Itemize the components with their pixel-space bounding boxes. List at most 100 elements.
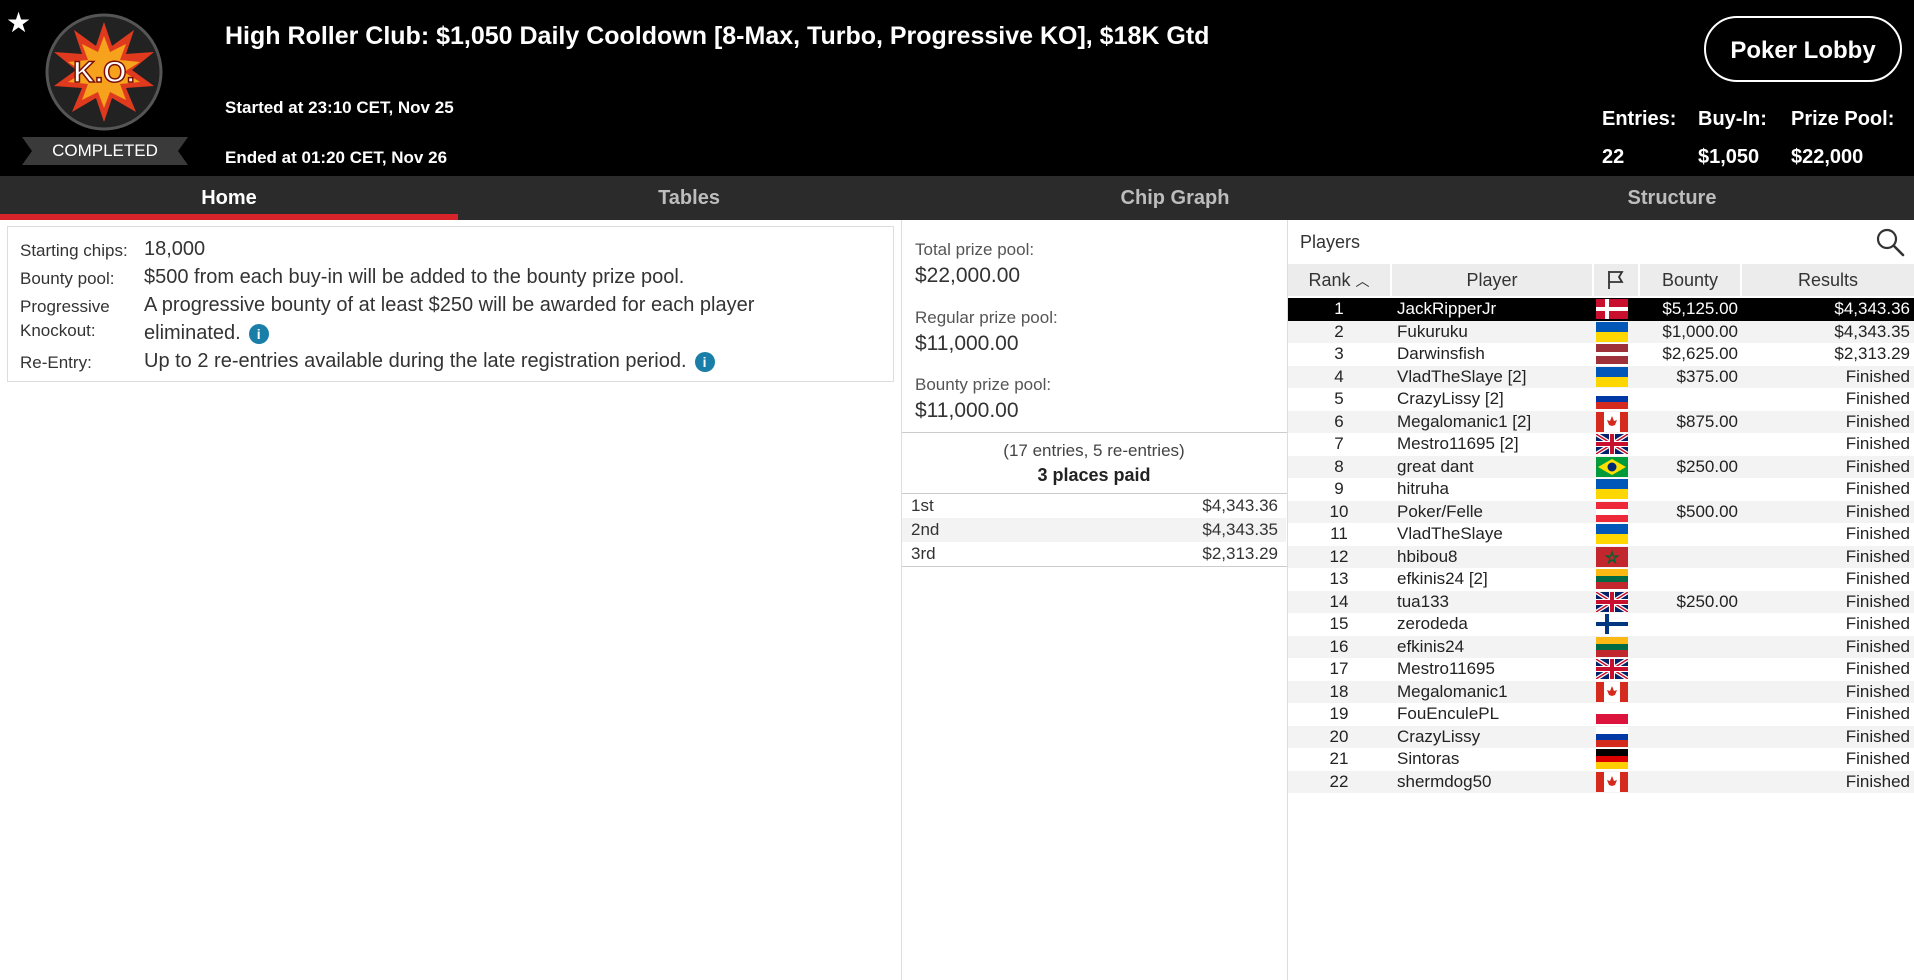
table-row[interactable]: 18 Megalomanic1 Finished: [1288, 680, 1914, 703]
table-row[interactable]: 2 Fukuruku $1,000.00 $4,343.35: [1288, 320, 1914, 343]
rank-cell: 20: [1329, 726, 1349, 746]
result-cell: Finished: [1845, 434, 1910, 453]
payout-amount: $2,313.29: [1202, 544, 1278, 563]
result-cell: Finished: [1845, 771, 1910, 791]
country-flag-icon: [1596, 704, 1628, 724]
reentry-value: Up to 2 re-entries available during the …: [144, 350, 687, 372]
poker-lobby-button[interactable]: Poker Lobby: [1704, 16, 1902, 82]
country-flag-icon: [1596, 344, 1628, 364]
bounty-pool-label: Bounty pool:: [20, 269, 115, 288]
bounty-cell: [1640, 771, 1738, 794]
players-title: Players: [1300, 232, 1361, 252]
bounty-cell: [1640, 388, 1738, 411]
result-cell: Finished: [1845, 681, 1910, 701]
player-name-cell: CrazyLissy [2]: [1397, 389, 1504, 408]
country-flag-icon: [1596, 771, 1628, 792]
regular-prize-label: Regular prize pool:: [915, 308, 1058, 327]
player-name-cell: efkinis24 [2]: [1397, 569, 1488, 588]
table-row[interactable]: 14 tua133 $250.00 Finished: [1288, 590, 1914, 613]
tab-tables[interactable]: Tables: [458, 176, 920, 220]
bounty-cell: $875.00: [1676, 411, 1738, 431]
table-row[interactable]: 21 Sintoras Finished: [1288, 748, 1914, 771]
tournament-header: ★ K.O. COMPLETED High Roller Club: $1,05…: [0, 0, 1914, 176]
player-name-cell: Mestro11695: [1397, 659, 1495, 678]
ko-logo: K.O.: [45, 13, 163, 131]
country-flag-icon: [1596, 321, 1628, 342]
column-rank-label: Rank: [1308, 270, 1351, 290]
table-row[interactable]: 19 FouEnculePL Finished: [1288, 703, 1914, 726]
bounty-cell: [1640, 523, 1738, 546]
player-name-cell: Fukuruku: [1397, 321, 1468, 341]
column-bounty[interactable]: Bounty: [1640, 264, 1740, 296]
result-cell: Finished: [1845, 389, 1910, 408]
rank-cell: 11: [1330, 524, 1348, 543]
table-row[interactable]: 3 Darwinsfish $2,625.00 $2,313.29: [1288, 343, 1914, 366]
table-row[interactable]: 15 zerodeda Finished: [1288, 613, 1914, 636]
rank-cell: 10: [1329, 501, 1349, 521]
starting-chips-label: Starting chips:: [20, 241, 128, 260]
bounty-cell: $500.00: [1676, 501, 1738, 521]
table-row[interactable]: 17 Mestro11695 Finished: [1288, 658, 1914, 681]
favorite-star-icon[interactable]: ★: [6, 6, 31, 39]
table-row[interactable]: 9 hitruha Finished: [1288, 478, 1914, 501]
flag-icon: [1608, 271, 1624, 289]
table-row[interactable]: 6 Megalomanic1 [2] $875.00 Finished: [1288, 410, 1914, 433]
progressive-label-2: Knockout:: [20, 321, 96, 340]
result-cell: $4,343.36: [1834, 299, 1910, 318]
table-row[interactable]: 11 VladTheSlaye Finished: [1288, 523, 1914, 546]
info-icon[interactable]: i: [694, 351, 715, 372]
progressive-value-2-line: eliminated. i: [144, 322, 269, 345]
table-row[interactable]: 10 Poker/Felle $500.00 Finished: [1288, 500, 1914, 523]
active-tab-indicator: [0, 214, 458, 220]
rank-cell: 2: [1334, 321, 1344, 341]
end-time: Ended at 01:20 CET, Nov 26: [225, 148, 448, 167]
rank-cell: 1: [1334, 299, 1344, 318]
table-row[interactable]: 7 Mestro11695 [2] Finished: [1288, 433, 1914, 456]
result-cell: Finished: [1845, 524, 1910, 543]
payout-row: 1st $4,343.36: [902, 494, 1286, 518]
table-row[interactable]: 13 efkinis24 [2] Finished: [1288, 568, 1914, 591]
rank-cell: 18: [1329, 681, 1349, 701]
bounty-cell: [1640, 433, 1738, 456]
table-row[interactable]: 4 VladTheSlaye [2] $375.00 Finished: [1288, 365, 1914, 388]
divider: [901, 220, 902, 980]
column-results[interactable]: Results: [1742, 264, 1914, 296]
country-flag-icon: [1596, 591, 1628, 612]
column-rank[interactable]: Rank ︿: [1288, 264, 1390, 296]
country-flag-icon: [1596, 456, 1628, 477]
entries-label: Entries:: [1602, 108, 1677, 130]
table-row[interactable]: 20 CrazyLissy Finished: [1288, 725, 1914, 748]
result-cell: Finished: [1845, 591, 1910, 611]
payout-place: 3rd: [911, 544, 936, 563]
search-icon[interactable]: [1874, 226, 1906, 258]
tab-structure[interactable]: Structure: [1430, 176, 1914, 220]
column-player[interactable]: Player: [1392, 264, 1592, 296]
result-cell: $4,343.35: [1834, 321, 1910, 341]
bounty-cell: $2,625.00: [1662, 344, 1738, 363]
country-flag-icon: [1596, 749, 1628, 769]
table-row[interactable]: 8 great dant $250.00 Finished: [1288, 455, 1914, 478]
divider: [902, 432, 1287, 433]
table-row[interactable]: 12 hbibou8 Finished: [1288, 545, 1914, 568]
starting-chips-value: 18,000: [144, 238, 206, 260]
rank-cell: 15: [1329, 614, 1349, 633]
result-cell: Finished: [1845, 546, 1910, 566]
table-row[interactable]: 5 CrazyLissy [2] Finished: [1288, 388, 1914, 411]
result-cell: Finished: [1845, 659, 1910, 678]
payout-amount: $4,343.35: [1202, 520, 1278, 539]
players-table-header: Rank ︿ Player Bounty Results: [1288, 264, 1914, 296]
info-icon[interactable]: i: [248, 323, 269, 344]
tab-chip-graph[interactable]: Chip Graph: [920, 176, 1430, 220]
bounty-cell: $250.00: [1676, 591, 1738, 611]
table-row[interactable]: 16 efkinis24 Finished: [1288, 635, 1914, 658]
player-name-cell: VladTheSlaye: [1397, 524, 1503, 543]
country-flag-icon: [1596, 434, 1628, 454]
table-row[interactable]: 1 JackRipperJr $5,125.00 $4,343.36: [1288, 298, 1914, 321]
player-name-cell: zerodeda: [1397, 614, 1468, 633]
progressive-value-1: A progressive bounty of at least $250 wi…: [144, 294, 755, 316]
column-flag[interactable]: [1594, 264, 1638, 296]
table-row[interactable]: 22 shermdog50 Finished: [1288, 770, 1914, 794]
country-flag-icon: [1596, 299, 1628, 319]
country-flag-icon: [1596, 366, 1628, 387]
player-name-cell: Darwinsfish: [1397, 344, 1485, 363]
